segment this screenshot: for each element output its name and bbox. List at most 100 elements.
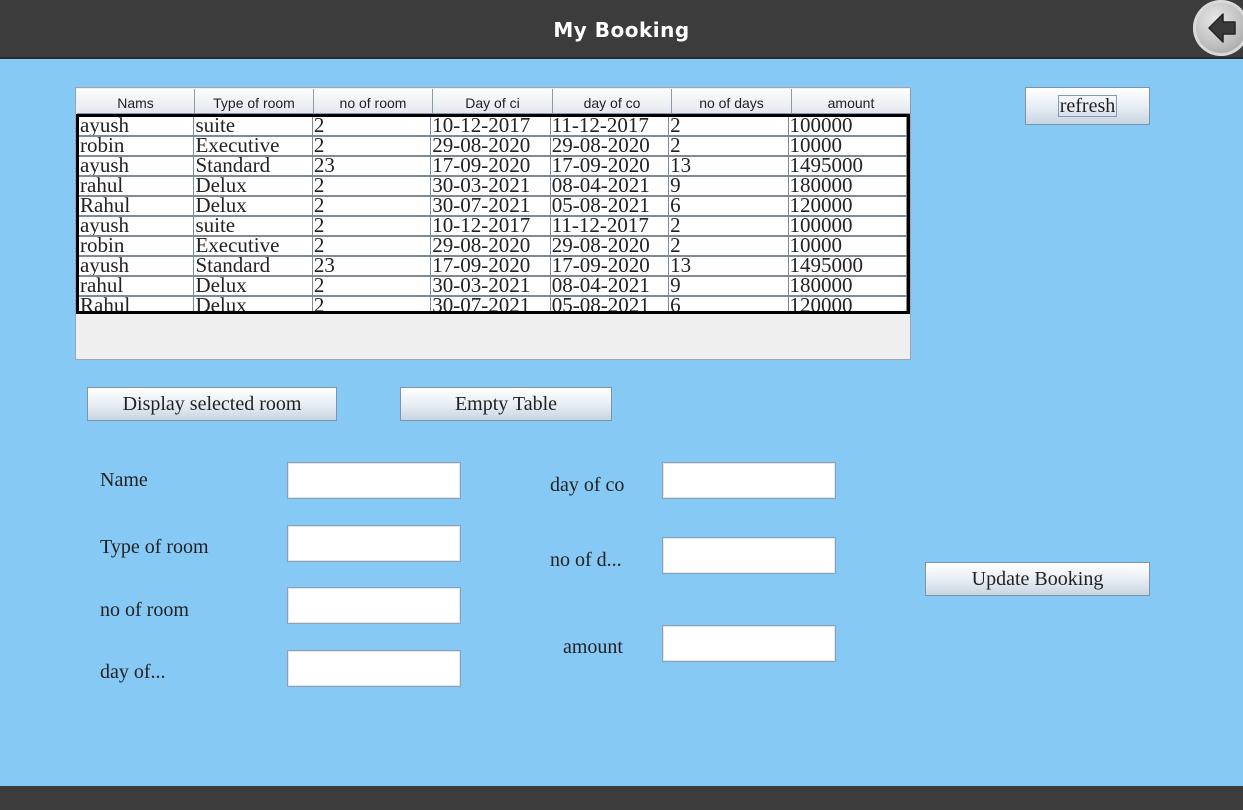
table-cell: 30-03-2021 — [431, 177, 551, 197]
table-row[interactable]: robin Executive 2 29-08-2020 29-08-2020 2 1000… — [79, 137, 907, 157]
empty-table-button[interactable]: Empty Table — [400, 387, 612, 421]
table-cell: rahul — [79, 177, 195, 197]
table-cell: 9 — [669, 177, 789, 197]
display-selected-room-label: Display selected room — [122, 392, 302, 415]
day-of-ci-field[interactable] — [287, 650, 461, 687]
table-cell: 2 — [669, 117, 789, 137]
table-cell: 10000 — [788, 237, 907, 257]
table-cell: 2 — [669, 237, 789, 257]
table-cell: Standard — [194, 157, 313, 177]
table-cell: 29-08-2020 — [550, 137, 670, 157]
name-field[interactable] — [287, 462, 461, 499]
table-row[interactable]: ayush Standard 23 17-09-2020 17-09-2020 13 149… — [79, 257, 907, 277]
table-cell: ayush — [79, 117, 195, 137]
table-cell: 10-12-2017 — [431, 117, 551, 137]
table-cell: 120000 — [789, 297, 907, 311]
table-cell: 2 — [312, 177, 432, 197]
title-bar: My Booking — [0, 0, 1243, 59]
type-of-room-field[interactable] — [287, 525, 461, 562]
table-cell: 2 — [669, 137, 789, 157]
table-row[interactable]: Rahul Delux 2 30-07-2021 05-08-2021 6 120000 — [79, 297, 907, 311]
no-of-days-label: no of d... — [550, 549, 622, 571]
table-cell: 120000 — [788, 197, 907, 217]
table-row[interactable]: rahul Delux 2 30-03-2021 08-04-2021 9 180000 — [79, 177, 907, 197]
table-cell: 6 — [669, 297, 789, 311]
table-cell: 13 — [669, 257, 789, 277]
arrow-left-icon — [1208, 13, 1236, 43]
table-row[interactable]: ayush suite 2 10-12-2017 11-12-2017 2 100000 — [79, 117, 907, 137]
table-cell: 30-07-2021 — [431, 197, 551, 217]
update-booking-label: Update Booking — [971, 567, 1104, 590]
table-cell: 10-12-2017 — [431, 217, 551, 237]
column-header[interactable]: Type of room — [195, 89, 314, 114]
update-booking-button[interactable]: Update Booking — [925, 562, 1150, 596]
table-cell: robin — [79, 237, 195, 257]
table-cell: 30-03-2021 — [431, 277, 551, 297]
table-cell: 05-08-2021 — [550, 197, 670, 217]
table-cell: 180000 — [788, 277, 907, 297]
table-cell: Delux — [194, 277, 313, 297]
table-cell: 13 — [669, 157, 789, 177]
table-cell: 30-07-2021 — [431, 297, 551, 311]
name-label: Name — [100, 469, 148, 491]
bottom-bar — [0, 786, 1243, 810]
table-cell: ayush — [79, 157, 195, 177]
refresh-button-label: refresh — [1057, 95, 1118, 117]
table-cell: Rahul — [79, 297, 195, 311]
table-cell: 180000 — [788, 177, 907, 197]
table-cell: suite — [194, 117, 313, 137]
table-cell: 2 — [313, 297, 432, 311]
table-cell: 11-12-2017 — [550, 217, 670, 237]
table-cell: 2 — [312, 117, 432, 137]
amount-field[interactable] — [662, 625, 836, 662]
table-cell: suite — [194, 217, 313, 237]
column-header[interactable]: no of days — [672, 89, 792, 114]
amount-label: amount — [563, 636, 623, 658]
table-row[interactable]: Rahul Delux 2 30-07-2021 05-08-2021 6 120000 — [79, 197, 907, 217]
table-cell: 08-04-2021 — [550, 177, 670, 197]
table-cell: 2 — [312, 277, 432, 297]
page-title: My Booking — [553, 18, 690, 42]
table-cell: 6 — [669, 197, 789, 217]
day-of-co-field[interactable] — [662, 462, 836, 499]
type-of-room-label: Type of room — [100, 536, 209, 558]
table-cell: 17-09-2020 — [550, 257, 670, 277]
day-of-ci-label: day of... — [100, 661, 166, 683]
table-row[interactable]: robin Executive 2 29-08-2020 29-08-2020 2 1000… — [79, 237, 907, 257]
table-cell: 1495000 — [788, 157, 907, 177]
table-cell: 05-08-2021 — [551, 297, 670, 311]
table-cell: 29-08-2020 — [550, 237, 670, 257]
refresh-button[interactable]: refresh — [1025, 87, 1150, 125]
display-selected-room-button[interactable]: Display selected room — [87, 387, 337, 421]
table-cell: 11-12-2017 — [550, 117, 670, 137]
table-cell: robin — [79, 137, 195, 157]
no-of-room-field[interactable] — [287, 587, 461, 624]
table-cell: 10000 — [788, 137, 907, 157]
table-body[interactable]: ayush suite 2 10-12-2017 11-12-2017 2 100000 ro… — [76, 114, 910, 314]
table-cell: 23 — [312, 257, 432, 277]
table-cell: 08-04-2021 — [550, 277, 670, 297]
table-cell: 1495000 — [788, 257, 907, 277]
table-row[interactable]: ayush Standard 23 17-09-2020 17-09-2020 13 149… — [79, 157, 907, 177]
table-cell: rahul — [79, 277, 195, 297]
column-header[interactable]: Day of ci — [433, 89, 553, 114]
bookings-table: Nams Type of room no of room Day of ci day o… — [75, 87, 911, 360]
table-cell: 2 — [312, 197, 432, 217]
column-header[interactable]: no of room — [314, 89, 433, 114]
table-cell: 100000 — [788, 217, 907, 237]
column-header[interactable]: Nams — [77, 89, 195, 114]
table-cell: 23 — [312, 157, 432, 177]
column-header[interactable]: amount — [792, 89, 911, 114]
table-row[interactable]: rahul Delux 2 30-03-2021 08-04-2021 9 180000 — [79, 277, 907, 297]
table-cell: ayush — [79, 217, 195, 237]
table-cell: 9 — [669, 277, 789, 297]
back-button[interactable] — [1193, 0, 1243, 56]
table-cell: Executive — [194, 237, 313, 257]
table-cell: Delux — [194, 197, 313, 217]
table-header: Nams Type of room no of room Day of ci day o… — [77, 89, 911, 114]
table-cell: 2 — [312, 217, 432, 237]
no-of-days-field[interactable] — [662, 537, 836, 574]
table-row[interactable]: ayush suite 2 10-12-2017 11-12-2017 2 100000 — [79, 217, 907, 237]
column-header[interactable]: day of co — [553, 89, 672, 114]
table-cell: Rahul — [79, 197, 195, 217]
